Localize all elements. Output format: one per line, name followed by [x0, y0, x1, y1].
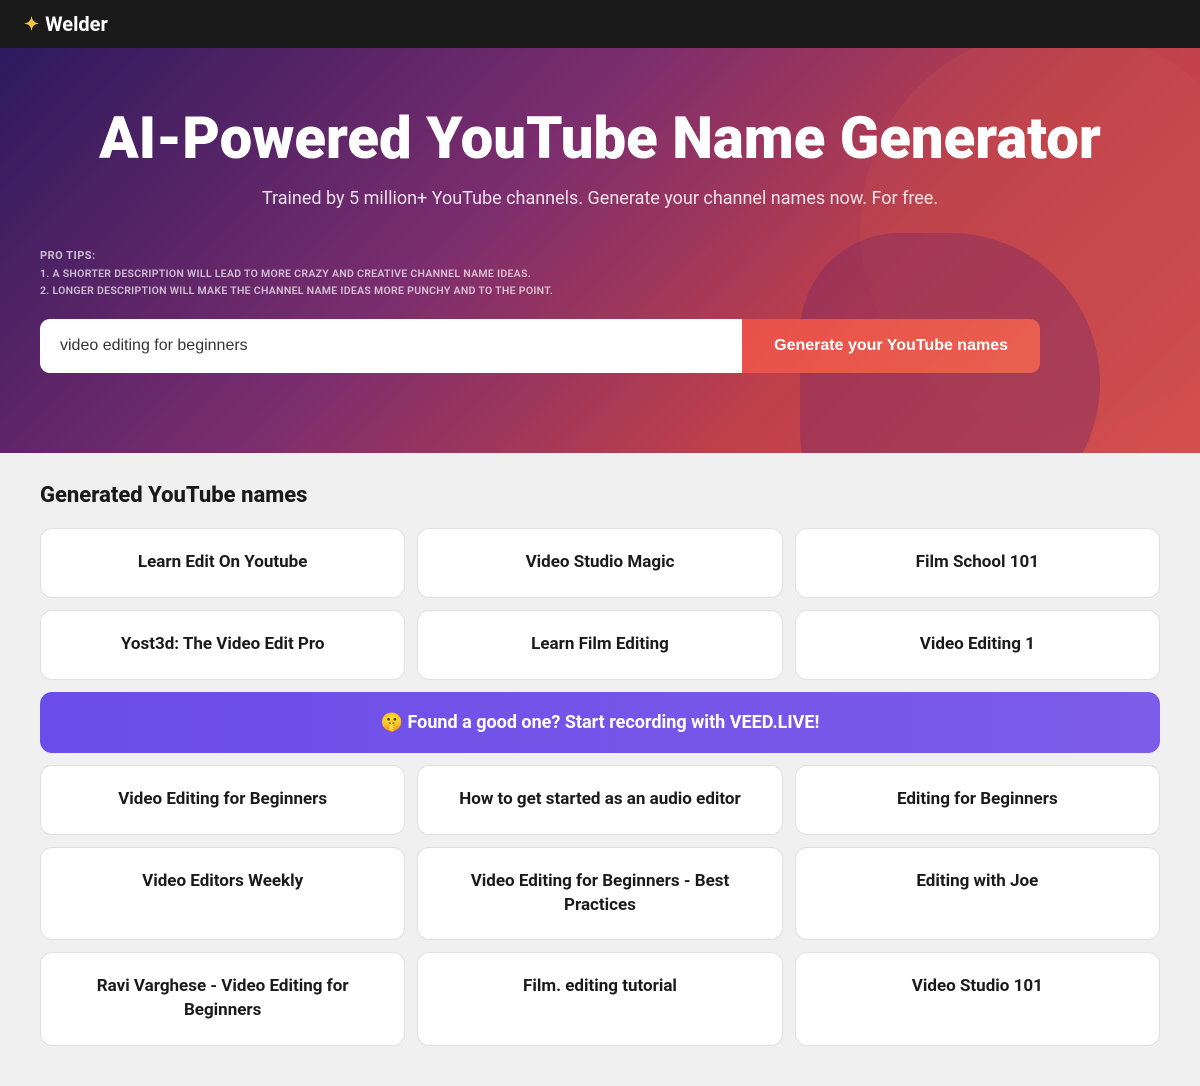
promo-banner[interactable]: 🤫 Found a good one? Start recording with…: [40, 692, 1160, 753]
name-card[interactable]: How to get started as an audio editor: [417, 765, 782, 835]
name-card[interactable]: Video Editing 1: [795, 610, 1160, 680]
name-card[interactable]: Video Editors Weekly: [40, 847, 405, 941]
name-card[interactable]: Learn Film Editing: [417, 610, 782, 680]
pro-tip-2: 2. LONGER DESCRIPTION WILL MAKE THE CHAN…: [40, 283, 1160, 300]
name-card[interactable]: Film. editing tutorial: [417, 952, 782, 1046]
pro-tips-label: PRO TIPS:: [40, 249, 1160, 262]
name-card[interactable]: Video Editing for Beginners - Best Pract…: [417, 847, 782, 941]
name-card[interactable]: Video Editing for Beginners: [40, 765, 405, 835]
results-title: Generated YouTube names: [40, 483, 1160, 508]
name-card[interactable]: Editing for Beginners: [795, 765, 1160, 835]
search-row: Generate your YouTube names: [40, 319, 1040, 373]
logo-icon: ✦: [24, 14, 39, 35]
names-grid: Learn Edit On YoutubeVideo Studio MagicF…: [40, 528, 1160, 1046]
name-card[interactable]: Film School 101: [795, 528, 1160, 598]
name-card[interactable]: Editing with Joe: [795, 847, 1160, 941]
logo[interactable]: ✦ Welder: [24, 12, 108, 36]
hero-title: AI-Powered YouTube Name Generator: [40, 108, 1160, 172]
name-card[interactable]: Video Studio 101: [795, 952, 1160, 1046]
hero-section: AI-Powered YouTube Name Generator Traine…: [0, 48, 1200, 453]
name-card[interactable]: Learn Edit On Youtube: [40, 528, 405, 598]
generate-button[interactable]: Generate your YouTube names: [742, 319, 1040, 373]
search-input[interactable]: [40, 319, 742, 373]
name-card[interactable]: Yost3d: The Video Edit Pro: [40, 610, 405, 680]
results-section: Generated YouTube names Learn Edit On Yo…: [0, 453, 1200, 1086]
name-card[interactable]: Video Studio Magic: [417, 528, 782, 598]
name-card[interactable]: Ravi Varghese - Video Editing for Beginn…: [40, 952, 405, 1046]
pro-tip-1: 1. A SHORTER DESCRIPTION WILL LEAD TO MO…: [40, 266, 1160, 283]
site-header: ✦ Welder: [0, 0, 1200, 48]
logo-label: Welder: [45, 12, 108, 36]
hero-subtitle: Trained by 5 million+ YouTube channels. …: [40, 188, 1160, 209]
pro-tips-block: PRO TIPS: 1. A SHORTER DESCRIPTION WILL …: [40, 249, 1160, 300]
